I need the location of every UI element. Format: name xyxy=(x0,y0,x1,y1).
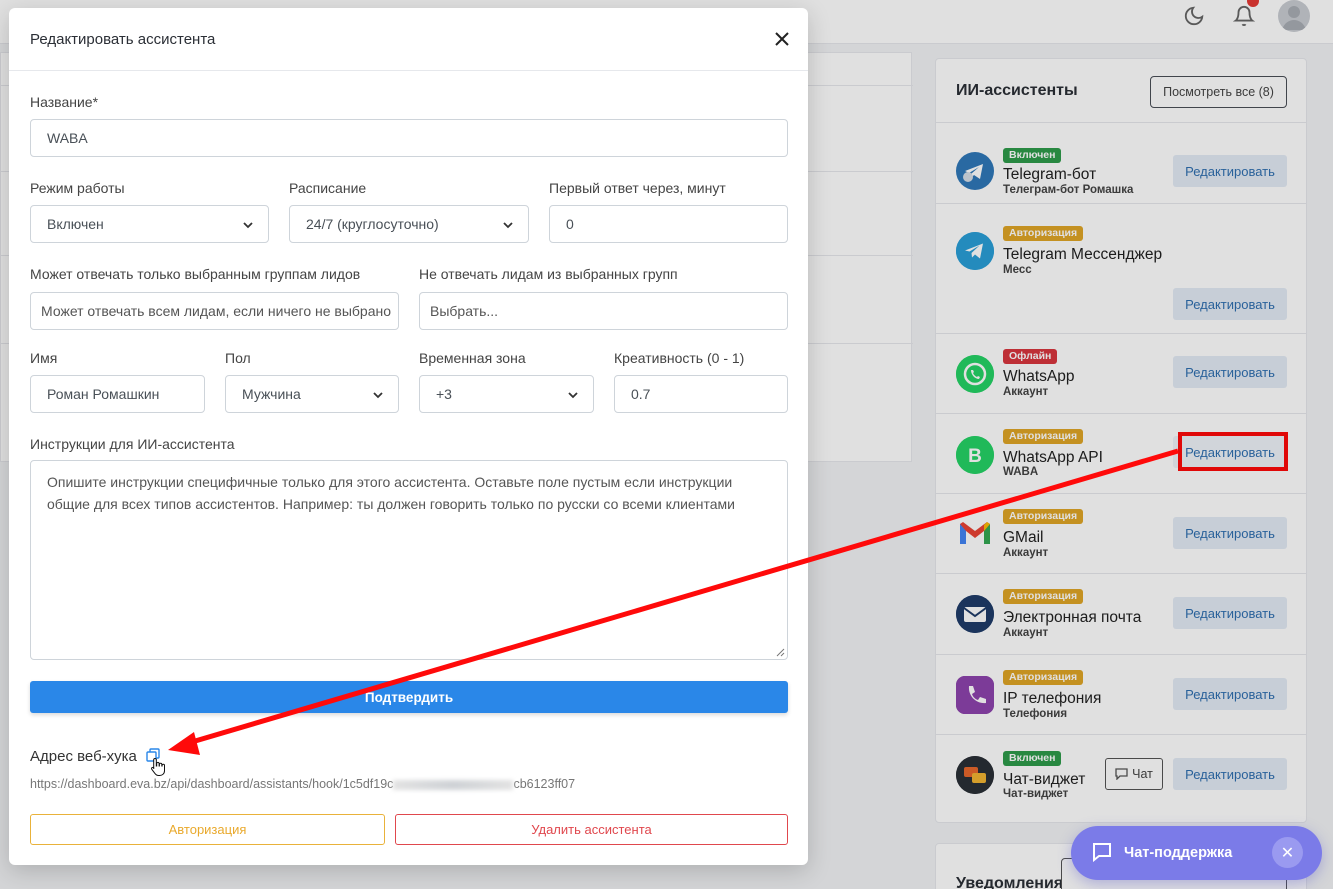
instructions-textarea[interactable]: Опишите инструкции специфичные только дл… xyxy=(30,460,788,660)
modal-title: Редактировать ассистента xyxy=(30,31,216,48)
instructions-placeholder: Опишите инструкции специфичные только дл… xyxy=(47,474,735,512)
modal-header: Редактировать ассистента xyxy=(9,8,808,71)
webhook-url-end: cb6123ff07 xyxy=(513,777,576,791)
webhook-label: Адрес веб-хука xyxy=(30,748,137,765)
delete-assistant-button[interactable]: Удалить ассистента xyxy=(395,814,788,845)
edit-assistant-modal: Редактировать ассистента Название* WABA … xyxy=(9,8,808,865)
redacted-part xyxy=(393,779,514,790)
creativity-input[interactable]: 0.7 xyxy=(614,375,788,413)
chat-bubble-icon xyxy=(1093,843,1111,862)
creativity-label: Креативность (0 - 1) xyxy=(614,350,745,366)
first-reply-input[interactable]: 0 xyxy=(549,205,788,243)
webhook-url-start: https://dashboard.eva.bz/api/dashboard/a… xyxy=(30,777,394,791)
gender-select[interactable]: Мужчина xyxy=(225,375,399,413)
confirm-button[interactable]: Подтвердить xyxy=(30,681,788,713)
schedule-label: Расписание xyxy=(289,180,367,196)
timezone-select-value: +3 xyxy=(436,386,452,402)
first-reply-label: Первый ответ через, минут xyxy=(549,180,726,196)
webhook-url: https://dashboard.eva.bz/api/dashboard/a… xyxy=(30,777,575,791)
name-input[interactable]: WABA xyxy=(30,119,788,157)
mode-select-value: Включен xyxy=(47,216,104,232)
mode-select[interactable]: Включен xyxy=(30,205,269,243)
person-name-label: Имя xyxy=(30,350,58,366)
exclude-groups-select[interactable]: Выбрать... xyxy=(419,292,788,330)
instructions-label: Инструкции для ИИ-ассистента xyxy=(30,436,235,452)
close-icon[interactable] xyxy=(771,28,793,50)
gender-label: Пол xyxy=(225,350,251,366)
authorization-button[interactable]: Авторизация xyxy=(30,814,385,845)
mode-label: Режим работы xyxy=(30,180,125,196)
support-chat-widget[interactable]: Чат-поддержка ✕ xyxy=(1071,826,1322,880)
chevron-down-icon xyxy=(243,222,253,229)
schedule-select[interactable]: 24/7 (круглосуточно) xyxy=(289,205,529,243)
person-name-input[interactable]: Роман Ромашкин xyxy=(30,375,205,413)
timezone-label: Временная зона xyxy=(419,350,526,366)
chevron-down-icon xyxy=(568,392,578,399)
exclude-groups-label: Не отвечать лидам из выбранных групп xyxy=(419,266,678,282)
gender-select-value: Мужчина xyxy=(242,386,301,402)
chevron-down-icon xyxy=(503,222,513,229)
chevron-down-icon xyxy=(373,392,383,399)
schedule-select-value: 24/7 (круглосуточно) xyxy=(306,216,439,232)
name-label: Название* xyxy=(30,94,99,110)
only-groups-label: Может отвечать только выбранным группам … xyxy=(30,266,361,282)
only-groups-select[interactable]: Может отвечать всем лидам, если ничего н… xyxy=(30,292,399,330)
timezone-select[interactable]: +3 xyxy=(419,375,594,413)
support-chat-label: Чат-поддержка xyxy=(1124,845,1233,861)
close-icon[interactable]: ✕ xyxy=(1272,837,1303,868)
resize-handle-icon[interactable] xyxy=(776,648,785,657)
